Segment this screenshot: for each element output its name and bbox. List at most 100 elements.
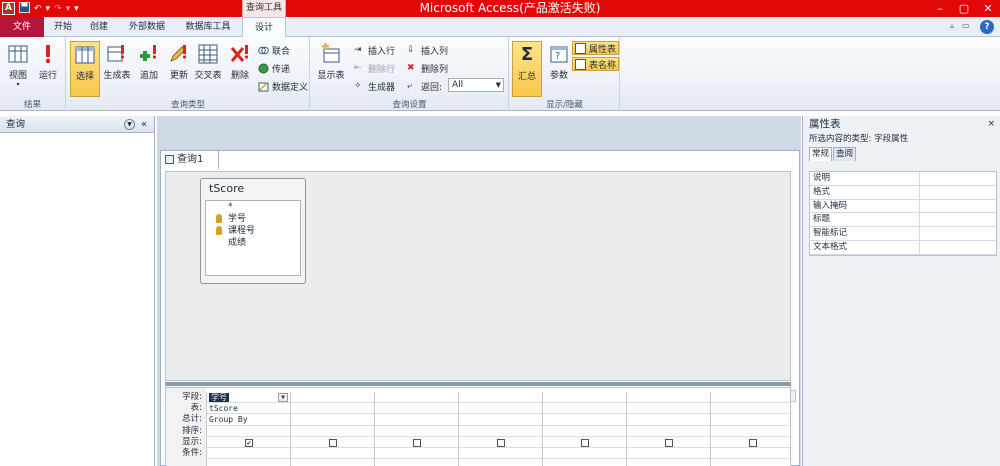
field-cell[interactable]	[627, 392, 710, 404]
parameters-button[interactable]: ? 参数	[544, 41, 574, 97]
tab-create[interactable]: 创建	[86, 17, 112, 37]
save-icon[interactable]	[19, 1, 30, 16]
table-row[interactable]: 文本格式	[810, 240, 996, 255]
show-table-button[interactable]: 显示表	[315, 41, 347, 97]
help-icon[interactable]: ?	[980, 20, 994, 34]
criteria-cell[interactable]	[459, 448, 542, 460]
property-value[interactable]	[920, 227, 996, 240]
show-checkbox[interactable]: ✔	[245, 438, 253, 447]
total-cell[interactable]	[291, 414, 374, 426]
list-item[interactable]: 课程号	[206, 225, 300, 237]
property-sheet-button[interactable]: 属性表	[572, 41, 620, 55]
field-cell[interactable]	[459, 392, 542, 404]
criteria-cell[interactable]	[711, 448, 790, 460]
tab-lookup[interactable]: 查阅	[833, 147, 857, 161]
chevron-down-icon[interactable]: ▼	[124, 119, 135, 130]
tab-database-tools[interactable]: 数据库工具	[180, 17, 236, 37]
tab-external-data[interactable]: 外部数据	[124, 17, 170, 37]
pane-splitter[interactable]	[165, 382, 791, 386]
show-checkbox[interactable]	[497, 438, 505, 447]
table-cell[interactable]	[459, 403, 542, 415]
total-cell[interactable]	[711, 414, 790, 426]
property-value[interactable]	[920, 172, 996, 185]
access-app-icon[interactable]: A	[2, 2, 15, 15]
total-cell[interactable]	[375, 414, 458, 426]
union-button[interactable]: 联合	[258, 43, 290, 57]
table-names-button[interactable]: 表名称	[572, 57, 620, 71]
select-query-button[interactable]: 选择	[70, 41, 100, 97]
data-definition-button[interactable]: 数据定义	[258, 79, 308, 93]
pass-through-button[interactable]: 传递	[258, 61, 290, 75]
criteria-cell[interactable]	[207, 448, 290, 460]
sort-cell[interactable]	[711, 426, 790, 437]
view-button[interactable]: 视图 ▾	[3, 41, 33, 97]
field-cell[interactable]	[375, 392, 458, 404]
table-cell[interactable]	[543, 403, 626, 415]
close-button[interactable]: ✕	[976, 0, 1000, 17]
table-row[interactable]: 格式	[810, 185, 996, 200]
delete-columns-button[interactable]: ✖ 删除列	[407, 61, 448, 75]
tab-home[interactable]: 开始	[50, 17, 76, 37]
tab-file[interactable]: 文件	[0, 17, 44, 37]
table-field-list[interactable]: tScore * 学号 课程号 成绩	[200, 178, 306, 284]
table-pane[interactable]: tScore * 学号 课程号 成绩 ◀	[165, 171, 796, 402]
nav-pane-header[interactable]: 查询 ▼ «	[0, 116, 154, 133]
sort-cell[interactable]	[627, 426, 710, 437]
field-cell[interactable]	[291, 392, 374, 404]
undo-icon[interactable]: ↶	[34, 4, 42, 14]
table-cell[interactable]	[627, 403, 710, 415]
show-checkbox[interactable]	[581, 438, 589, 447]
customize-qa-icon[interactable]: ▾	[74, 4, 79, 14]
tab-general[interactable]: 常规	[809, 147, 833, 161]
table-cell[interactable]	[711, 403, 790, 415]
property-value[interactable]	[920, 213, 996, 226]
sort-cell[interactable]	[291, 426, 374, 437]
table-row[interactable]: 智能标记	[810, 227, 996, 241]
field-cell[interactable]	[711, 392, 790, 404]
sort-cell[interactable]	[207, 426, 290, 437]
make-table-button[interactable]: 生成表	[102, 41, 132, 97]
table-row[interactable]: 标题	[810, 213, 996, 228]
list-item[interactable]: *	[206, 201, 300, 213]
table-cell[interactable]: tScore	[207, 403, 290, 415]
property-value[interactable]	[920, 186, 996, 199]
crosstab-button[interactable]: 交叉表	[192, 41, 224, 97]
total-cell[interactable]: Group By	[207, 414, 290, 426]
insert-rows-button[interactable]: ⇥ 插入行	[354, 43, 395, 57]
total-cell[interactable]	[627, 414, 710, 426]
total-cell[interactable]	[459, 414, 542, 426]
show-checkbox[interactable]	[329, 438, 337, 447]
close-icon[interactable]: ×	[987, 116, 995, 133]
nav-collapse-icon[interactable]: «	[141, 116, 147, 133]
maximize-button[interactable]: ▢	[952, 0, 976, 17]
sort-cell[interactable]	[375, 426, 458, 437]
property-value[interactable]	[920, 241, 996, 254]
update-button[interactable]: 更新	[164, 41, 194, 97]
totals-button[interactable]: Σ 汇总	[512, 41, 542, 97]
redo-icon[interactable]: ↷	[54, 4, 62, 14]
doc-restore-icon[interactable]: ▭	[962, 21, 970, 30]
return-dropdown[interactable]: All ▼	[448, 78, 504, 92]
sort-cell[interactable]	[459, 426, 542, 437]
builder-button[interactable]: ✧ 生成器	[354, 79, 395, 93]
show-checkbox[interactable]	[665, 438, 673, 447]
chevron-down-icon[interactable]: ▼	[278, 393, 288, 402]
tab-design[interactable]: 设计	[242, 17, 286, 38]
query-document-tab[interactable]: 查询1	[161, 151, 219, 169]
field-cell[interactable]: 学号 ▼	[207, 392, 290, 404]
ribbon-minimize-icon[interactable]: ▵	[950, 21, 954, 30]
criteria-cell[interactable]	[375, 448, 458, 460]
minimize-button[interactable]: –	[928, 0, 952, 17]
table-row[interactable]: 说明	[810, 172, 996, 186]
table-cell[interactable]	[375, 403, 458, 415]
list-item[interactable]: 学号	[206, 213, 300, 225]
list-item[interactable]: 成绩	[206, 237, 300, 249]
redo-dropdown-icon[interactable]: ▾	[66, 4, 71, 14]
total-cell[interactable]	[543, 414, 626, 426]
delete-query-button[interactable]: 删除	[225, 41, 255, 97]
criteria-cell[interactable]	[543, 448, 626, 460]
table-cell[interactable]	[291, 403, 374, 415]
append-button[interactable]: 追加	[134, 41, 164, 97]
table-title[interactable]: tScore	[201, 179, 305, 199]
criteria-cell[interactable]	[291, 448, 374, 460]
